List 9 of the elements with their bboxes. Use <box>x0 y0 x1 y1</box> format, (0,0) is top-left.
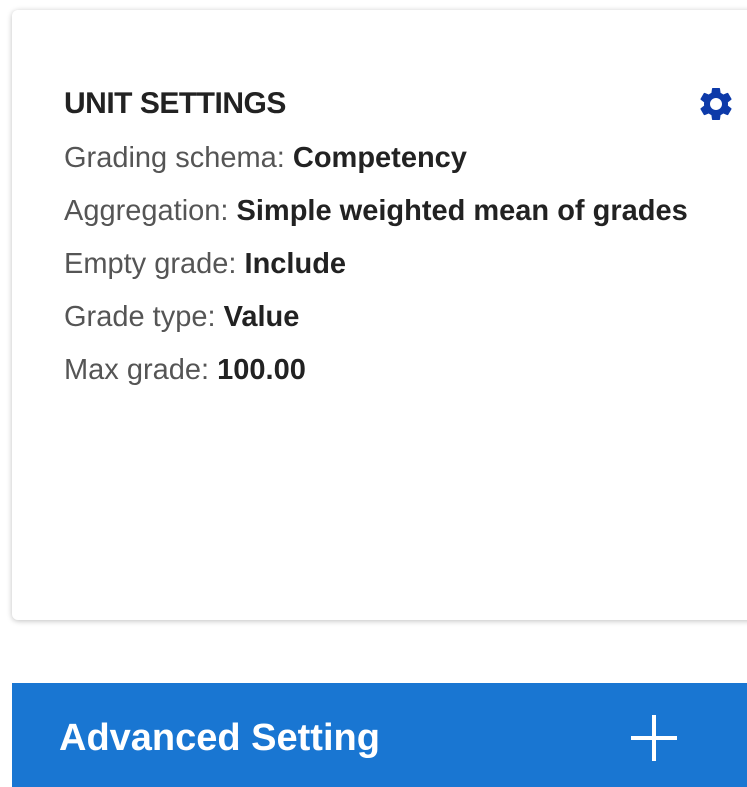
setting-text: Aggregation: Simple weighted mean of grades <box>64 194 689 229</box>
card-title: UNIT SETTINGS <box>64 87 286 121</box>
setting-text: Empty grade: Include <box>64 247 348 282</box>
setting-text: Grading schema: Competency <box>64 141 468 176</box>
plus-icon[interactable] <box>629 713 679 763</box>
advanced-setting-label: Advanced Setting <box>59 716 381 760</box>
setting-text: Max grade: 100.00 <box>64 353 307 388</box>
advanced-setting-bar[interactable]: Advanced Setting <box>12 683 747 787</box>
setting-text: Grade type: Value <box>64 300 300 335</box>
